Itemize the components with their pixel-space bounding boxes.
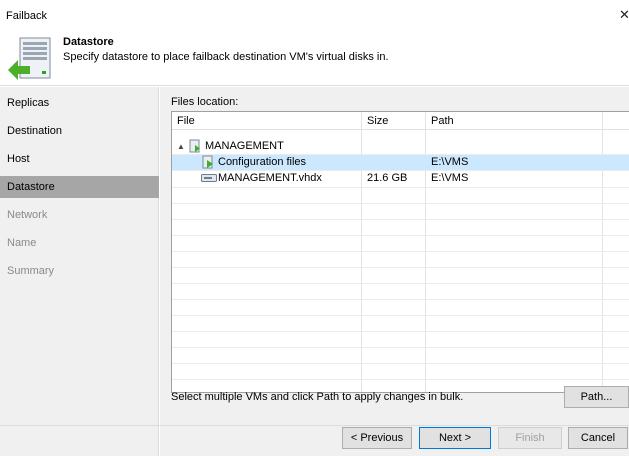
window-title: Failback bbox=[6, 10, 47, 22]
row-divider bbox=[172, 219, 629, 220]
row-divider bbox=[172, 299, 629, 300]
table-row[interactable]: ▲ MANAGEMENT bbox=[172, 139, 629, 155]
step-destination[interactable]: Destination bbox=[0, 120, 159, 142]
wizard-steps: Replicas Destination Host Datastore Netw… bbox=[0, 87, 159, 456]
row-divider bbox=[172, 331, 629, 332]
grid-header: File Size Path bbox=[172, 112, 629, 130]
column-size[interactable]: Size bbox=[367, 115, 388, 127]
file-path: E:\VMS bbox=[431, 156, 469, 168]
header-title: Datastore bbox=[63, 36, 114, 48]
datastore-panel: Files location: File Size Path ▲ MANAGEM… bbox=[160, 87, 629, 426]
row-divider bbox=[172, 187, 629, 188]
wizard-footer: < Previous Next > Finish Cancel bbox=[160, 426, 629, 456]
row-divider bbox=[172, 315, 629, 316]
header-subtitle: Specify datastore to place failback dest… bbox=[63, 51, 389, 63]
row-divider bbox=[172, 154, 629, 155]
file-name: Configuration files bbox=[218, 156, 307, 168]
row-divider bbox=[172, 251, 629, 252]
row-divider bbox=[172, 203, 629, 204]
previous-button[interactable]: < Previous bbox=[342, 427, 412, 449]
step-network: Network bbox=[7, 209, 48, 221]
config-files-icon bbox=[202, 155, 213, 169]
failback-datastore-icon bbox=[8, 37, 51, 80]
column-file[interactable]: File bbox=[177, 115, 195, 127]
collapse-icon[interactable]: ▲ bbox=[177, 142, 185, 151]
close-icon[interactable]: ✕ bbox=[619, 8, 629, 22]
file-name: MANAGEMENT bbox=[205, 140, 284, 152]
row-divider bbox=[172, 267, 629, 268]
row-divider bbox=[172, 170, 629, 171]
file-size: 21.6 GB bbox=[367, 172, 408, 184]
disk-icon bbox=[201, 174, 217, 182]
files-location-label: Files location: bbox=[171, 96, 239, 108]
table-row[interactable]: Configuration files E:\VMS bbox=[172, 155, 629, 171]
vm-icon bbox=[189, 139, 200, 153]
next-button[interactable]: Next > bbox=[419, 427, 491, 449]
step-summary: Summary bbox=[7, 265, 55, 277]
title-bar: Failback ✕ bbox=[0, 0, 629, 28]
file-name: MANAGEMENT.vhdx bbox=[218, 172, 322, 184]
row-divider bbox=[172, 363, 629, 364]
step-host[interactable]: Host bbox=[0, 148, 159, 170]
step-name: Name bbox=[7, 237, 37, 249]
path-button[interactable]: Path... bbox=[564, 386, 629, 408]
step-replicas[interactable]: Replicas bbox=[0, 92, 159, 114]
files-grid[interactable]: File Size Path ▲ MANAGEMENT Configuratio… bbox=[171, 111, 629, 393]
row-divider bbox=[172, 283, 629, 284]
step-datastore[interactable]: Datastore bbox=[0, 176, 159, 198]
file-path: E:\VMS bbox=[431, 172, 469, 184]
table-row[interactable]: MANAGEMENT.vhdx 21.6 GB E:\VMS bbox=[172, 171, 629, 187]
wizard-header: Datastore Specify datastore to place fai… bbox=[0, 28, 629, 86]
cancel-button[interactable]: Cancel bbox=[568, 427, 628, 449]
row-divider bbox=[172, 235, 629, 236]
row-divider bbox=[172, 379, 629, 380]
column-path[interactable]: Path bbox=[431, 115, 454, 127]
bulk-hint-text: Select multiple VMs and click Path to ap… bbox=[171, 391, 464, 403]
finish-button: Finish bbox=[498, 427, 562, 449]
row-divider bbox=[172, 347, 629, 348]
